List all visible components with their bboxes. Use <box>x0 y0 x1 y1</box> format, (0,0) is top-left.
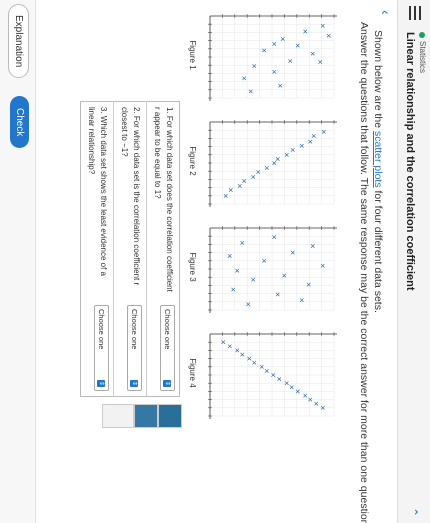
figure-1: × × × × × × × × × × × × × × × Figure 1 <box>188 6 344 104</box>
figure-2: × × × × × × × × × × × × × × × Figure 2 <box>188 112 344 210</box>
answer-select-2[interactable]: Choose one ⇕ <box>127 305 142 391</box>
data-point: × <box>305 282 313 288</box>
section-dot-icon <box>419 32 426 38</box>
scatter-plot-3: × × × × × × × × × × × × × × × <box>208 226 337 313</box>
scatter-plots-link[interactable]: scatter plots <box>372 131 384 188</box>
top-bar: Statistics Linear relationship and the c… <box>397 0 430 523</box>
data-point: × <box>301 29 309 35</box>
answer-select-1[interactable]: Choose one ⇕ <box>160 305 175 391</box>
data-point: × <box>225 253 233 259</box>
check-button[interactable]: Check <box>10 96 29 149</box>
data-point: × <box>263 165 271 171</box>
scatter-plot-4: ××××××××××××××××× <box>208 332 337 419</box>
figure-label: Figure 3 <box>188 252 197 282</box>
data-point: × <box>297 297 305 303</box>
section-name: Statistics <box>418 41 427 74</box>
data-point: × <box>294 43 302 49</box>
explanation-button[interactable]: Explanation <box>8 4 29 79</box>
question-row: 3. Which data set shows the least eviden… <box>81 102 114 397</box>
question-row: 2. For which data set is the correlation… <box>113 101 147 397</box>
data-point: × <box>222 193 230 199</box>
data-point: × <box>274 291 282 297</box>
data-point: × <box>320 129 328 135</box>
data-point: × <box>249 277 257 283</box>
question-text: 3. Which data set shows the least eviden… <box>87 107 108 276</box>
data-point: × <box>270 69 278 75</box>
figure-4: × × × × × × × × × × × × × × × × × Figure 4 <box>188 324 344 422</box>
collapse-chevron-icon[interactable]: ⌃ <box>406 507 420 517</box>
tool-button[interactable] <box>158 404 182 428</box>
scatter-plot-2: ××××××××××××××× <box>208 120 337 207</box>
data-point: × <box>308 51 316 57</box>
data-point: × <box>306 139 314 145</box>
breadcrumb: Statistics <box>418 32 427 73</box>
data-point: × <box>233 268 241 274</box>
select-arrows-icon: ⇕ <box>163 380 172 387</box>
data-point: × <box>246 89 254 95</box>
data-point: × <box>240 75 248 81</box>
data-point: × <box>325 33 333 39</box>
data-point: × <box>297 143 305 149</box>
data-point: × <box>270 234 278 240</box>
data-point: × <box>289 250 297 256</box>
data-point: × <box>316 59 324 65</box>
data-point: × <box>280 273 288 279</box>
data-point: × <box>279 36 287 42</box>
data-point: × <box>282 152 290 158</box>
figure-label: Figure 1 <box>188 40 197 70</box>
back-chevron-icon[interactable]: ‹ <box>378 10 394 15</box>
data-point: × <box>286 58 294 64</box>
data-point: × <box>249 174 257 180</box>
question-text: 2. For which data set is the correlation… <box>113 101 147 300</box>
data-point: × <box>318 23 326 29</box>
figure-label: Figure 2 <box>188 146 197 176</box>
question-row: 1. For which data set does the correlati… <box>146 101 180 397</box>
hamburger-menu-icon[interactable] <box>409 6 421 20</box>
question-text: 1. For which data set does the correlati… <box>146 101 180 300</box>
data-point: × <box>250 63 258 69</box>
data-point: × <box>238 240 246 246</box>
data-point: × <box>260 258 268 264</box>
tool-button[interactable] <box>134 404 158 428</box>
page-title: Linear relationship and the correlation … <box>404 32 416 291</box>
data-point: × <box>229 287 237 293</box>
rotated-page: Statistics Linear relationship and the c… <box>0 0 430 523</box>
data-point: × <box>235 183 243 189</box>
data-point: × <box>260 48 268 54</box>
scatter-plot-1: ××××××××××××××× <box>208 14 337 101</box>
data-point: × <box>244 301 252 307</box>
data-point: × <box>270 41 278 47</box>
data-point: × <box>318 405 326 411</box>
intro-line-2: Answer the questions that follow. The sa… <box>358 22 370 523</box>
select-arrows-icon: ⇕ <box>97 380 106 387</box>
figure-label: Figure 4 <box>188 358 197 388</box>
undo-button[interactable] <box>102 404 134 428</box>
bottom-bar: Explanation Check <box>0 0 36 523</box>
answer-select-3[interactable]: Choose one ⇕ <box>94 305 109 391</box>
data-point: × <box>276 83 284 89</box>
data-point: × <box>318 263 326 269</box>
data-point: × <box>308 243 316 249</box>
select-arrows-icon: ⇕ <box>130 380 139 387</box>
intro-line-1: Shown below are the scatter plots for fo… <box>372 30 384 313</box>
data-point: × <box>270 160 278 166</box>
figure-3: × × × × × × × × × × × × × × × Figure 3 <box>188 218 344 316</box>
questions-table: 1. For which data set does the correlati… <box>80 101 180 397</box>
